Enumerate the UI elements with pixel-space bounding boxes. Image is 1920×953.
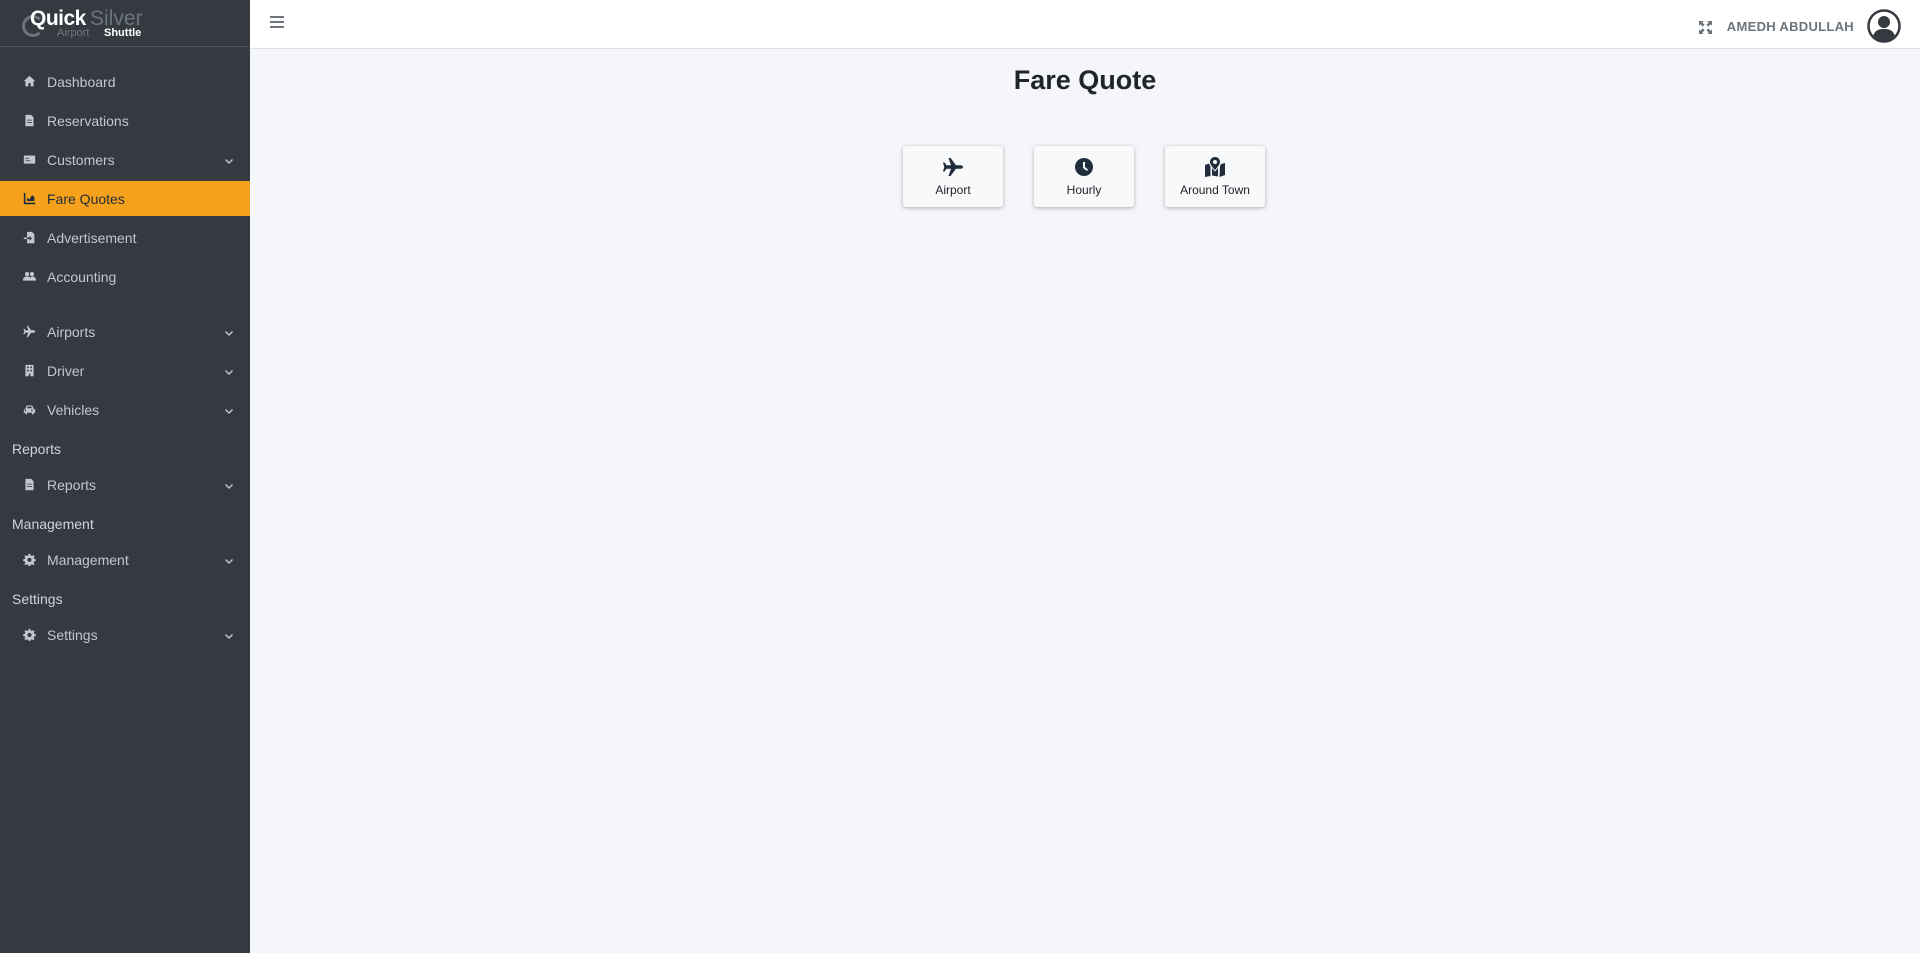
file-icon — [21, 478, 37, 492]
card-label: Airport — [935, 182, 971, 197]
card-label: Hourly — [1066, 182, 1102, 197]
sidebar-nav: Dashboard Reservations Customers Fare Qu… — [0, 47, 250, 652]
plane-icon — [21, 325, 37, 339]
plane-icon — [942, 157, 964, 177]
around-town-quote-card[interactable]: Around Town — [1165, 146, 1265, 207]
page-title: Fare Quote — [1013, 65, 1157, 95]
hourly-quote-card[interactable]: Hourly — [1034, 146, 1134, 207]
chevron-down-icon — [224, 479, 234, 489]
home-icon — [21, 75, 37, 89]
clock-icon — [1073, 157, 1095, 177]
app-root: Quick Silver Airport Shuttle Dashboard R… — [0, 0, 1920, 953]
sidebar-item-airports[interactable]: Airports — [0, 314, 250, 349]
sidebar-item-reports[interactable]: Reports — [0, 467, 250, 502]
nav-header-management: Management — [12, 516, 94, 532]
sidebar-item-label: Airports — [47, 323, 96, 340]
sidebar-item-label: Vehicles — [47, 401, 100, 418]
sidebar-item-fare-quotes[interactable]: Fare Quotes — [0, 181, 250, 216]
chevron-down-icon — [224, 154, 234, 164]
file-import-icon — [21, 231, 37, 245]
sidebar-item-customers[interactable]: Customers — [0, 142, 250, 177]
nav-header-settings: Settings — [12, 591, 63, 607]
airport-quote-card[interactable]: Airport — [903, 146, 1003, 207]
sidebar-item-settings[interactable]: Settings — [0, 617, 250, 652]
brand-shuttle: Shuttle — [104, 27, 142, 39]
fullscreen-icon[interactable] — [1699, 21, 1712, 34]
sidebar-item-driver[interactable]: Driver — [0, 353, 250, 388]
chevron-down-icon — [224, 365, 234, 375]
sidebar-item-label: Driver — [47, 362, 85, 379]
chevron-down-icon — [224, 326, 234, 336]
sidebar-item-label: Fare Quotes — [47, 190, 125, 207]
sidebar-item-label: Advertisement — [47, 229, 137, 246]
brand-logo-mark: Quick Silver Airport Shuttle — [22, 3, 162, 43]
user-name[interactable]: AMEDH ABDULLAH — [1727, 19, 1854, 34]
topbar: AMEDH ABDULLAH — [250, 0, 1920, 49]
file-icon — [21, 114, 37, 128]
sidebar-item-management[interactable]: Management — [0, 542, 250, 577]
brand-logo[interactable]: Quick Silver Airport Shuttle — [0, 0, 250, 47]
gear-icon — [21, 628, 37, 642]
sidebar-item-label: Settings — [47, 626, 98, 643]
sidebar-item-dashboard[interactable]: Dashboard — [0, 64, 250, 99]
gear-icon — [21, 553, 37, 567]
sidebar-item-label: Accounting — [47, 268, 117, 285]
sidebar-item-accounting[interactable]: Accounting — [0, 259, 250, 294]
building-icon — [21, 364, 37, 378]
avatar[interactable] — [1867, 9, 1901, 43]
menu-toggle-icon[interactable] — [270, 16, 284, 30]
nav-header-reports: Reports — [12, 441, 62, 457]
sidebar-item-label: Reservations — [47, 112, 129, 129]
car-icon — [21, 403, 37, 417]
sidebar-item-vehicles[interactable]: Vehicles — [0, 392, 250, 427]
fare-quote-options: Airport Hourly Around Town — [903, 146, 1265, 207]
main-area: AMEDH ABDULLAH Fare Quote Airport Hourly — [250, 0, 1920, 953]
sidebar-item-advertisement[interactable]: Advertisement — [0, 220, 250, 255]
id-card-icon — [21, 153, 37, 167]
chevron-down-icon — [224, 404, 234, 414]
sidebar-item-label: Customers — [47, 151, 115, 168]
page-content: Fare Quote Airport Hourly Around Town — [250, 49, 1920, 953]
map-marker-icon — [1204, 156, 1226, 177]
sidebar-item-label: Dashboard — [47, 73, 116, 90]
sidebar-item-label: Reports — [47, 476, 97, 493]
sidebar-item-reservations[interactable]: Reservations — [0, 103, 250, 138]
card-label: Around Town — [1180, 182, 1250, 197]
chevron-down-icon — [224, 629, 234, 639]
sidebar: Quick Silver Airport Shuttle Dashboard R… — [0, 0, 250, 953]
chart-icon — [21, 192, 37, 206]
chevron-down-icon — [224, 554, 234, 564]
users-icon — [21, 270, 37, 284]
sidebar-item-label: Management — [47, 551, 129, 568]
brand-airport: Airport — [57, 27, 90, 39]
